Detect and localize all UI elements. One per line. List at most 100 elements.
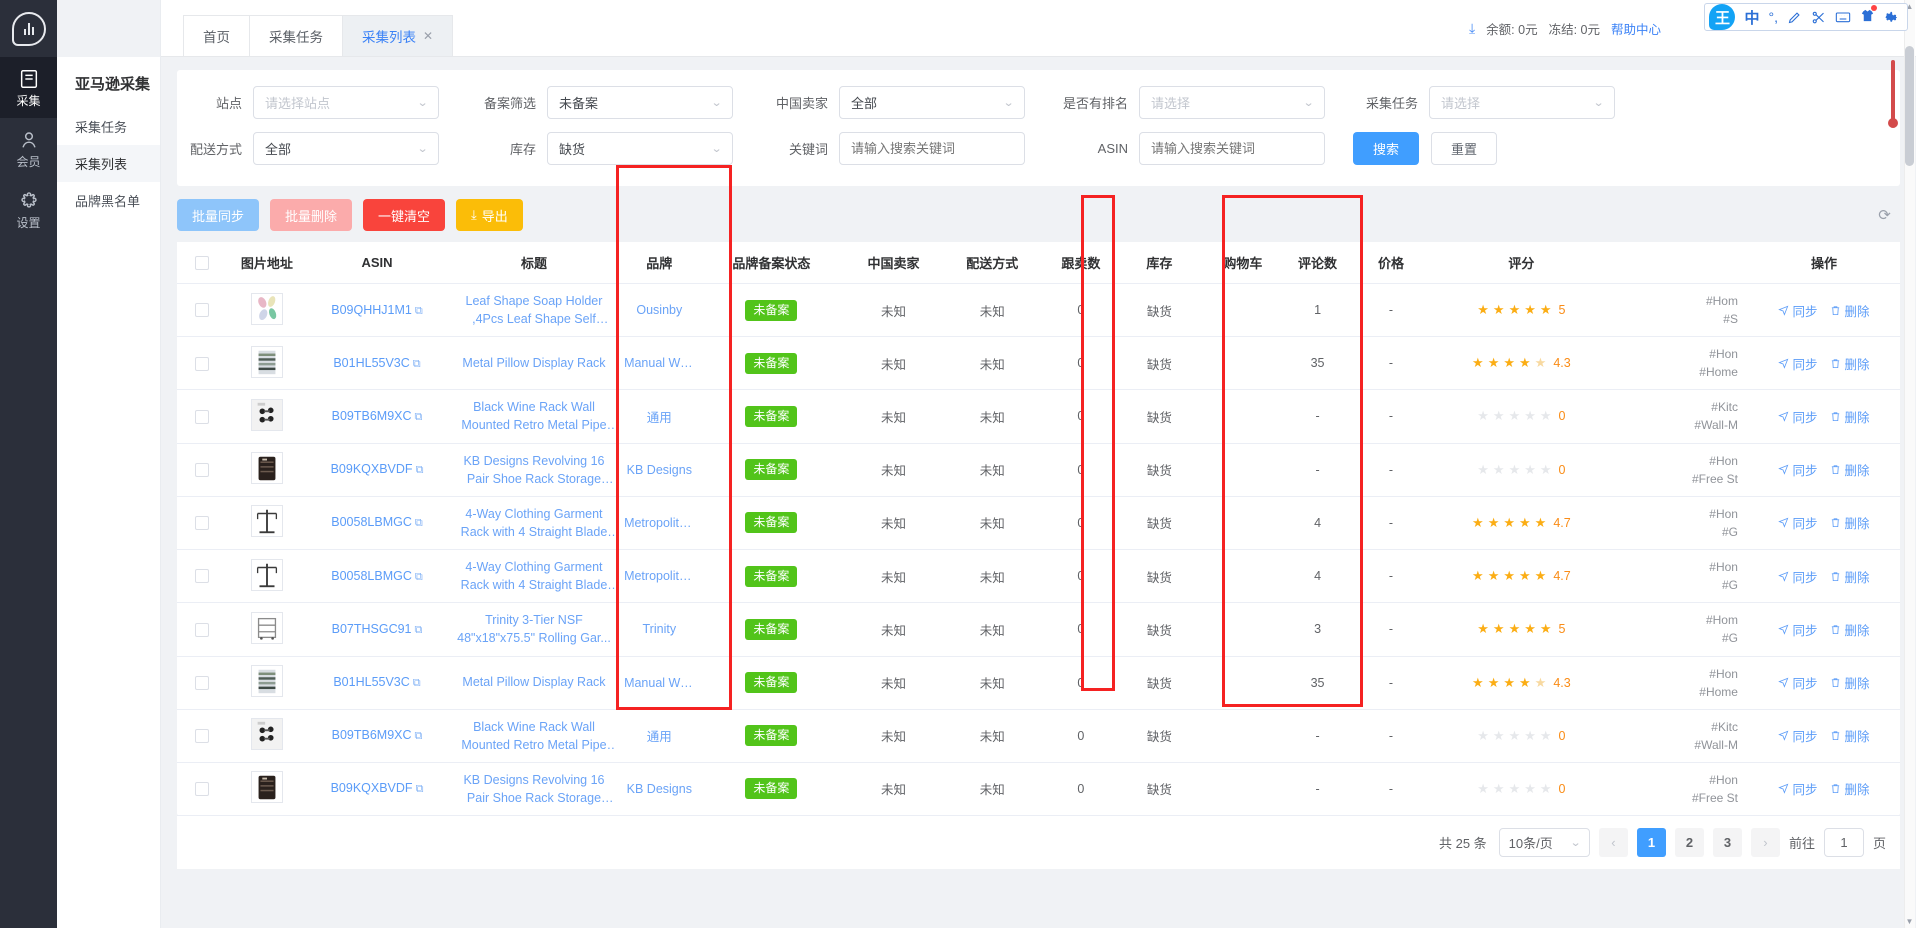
scroll-down-icon[interactable]: ▼	[1905, 917, 1914, 926]
row-checkbox[interactable]	[195, 782, 210, 797]
sync-action[interactable]: 同步	[1778, 567, 1817, 586]
asin-link[interactable]: B09TB6M9XC ⧉	[332, 409, 423, 423]
row-checkbox[interactable]	[195, 728, 210, 743]
tab-collect-task[interactable]: 采集任务	[249, 15, 343, 56]
delete-action[interactable]: 删除	[1830, 407, 1870, 426]
close-icon[interactable]: ✕	[423, 29, 433, 43]
row-checkbox[interactable]	[195, 569, 210, 584]
table-row[interactable]: B0058LBMGC ⧉ 4-Way Clothing Garment Rack w…	[177, 549, 1900, 604]
product-thumbnail[interactable]	[250, 665, 283, 697]
product-thumbnail[interactable]	[250, 718, 283, 751]
sidebar-item-collect-task[interactable]: 采集任务	[57, 108, 160, 145]
has-rank-select[interactable]: 请选择 ⌄	[1139, 86, 1325, 119]
product-thumbnail[interactable]	[250, 558, 283, 591]
row-checkbox[interactable]	[195, 622, 210, 637]
search-button[interactable]: 搜索	[1353, 132, 1420, 165]
product-title-link[interactable]: Black Wine Rack Wall Mounted Retro Metal…	[452, 398, 616, 434]
record-filter-select[interactable]: 未备案 ⌄	[547, 86, 733, 119]
product-title-link[interactable]: Leaf Shape Soap Holder ,4Pcs Leaf Shape …	[452, 292, 616, 328]
shirt-icon[interactable]	[1860, 5, 1877, 26]
select-all-checkbox[interactable]	[195, 256, 210, 271]
copy-icon[interactable]: ⧉	[415, 624, 423, 636]
copy-icon[interactable]: ⧉	[415, 517, 423, 529]
keyword-input[interactable]	[839, 132, 1025, 165]
table-row[interactable]: B09TB6M9XC ⧉ Black Wine Rack Wall Mounted …	[177, 389, 1900, 444]
page-size-select[interactable]: 10条/页 ⌄	[1498, 828, 1590, 857]
sync-action[interactable]: 同步	[1778, 407, 1817, 426]
sync-action[interactable]: 同步	[1778, 301, 1817, 320]
batch-delete-button[interactable]: 批量删除	[270, 199, 353, 231]
brand-link[interactable]: 通用	[624, 726, 694, 745]
sync-action[interactable]: 同步	[1778, 673, 1817, 692]
scrollbar-thumb[interactable]	[1905, 46, 1914, 166]
table-row[interactable]: B07THSGC91 ⧉ Trinity 3-Tier NSF 48"x18"x75…	[177, 602, 1900, 657]
tab-home[interactable]: 首页	[183, 15, 250, 56]
sync-action[interactable]: 同步	[1778, 779, 1817, 798]
rail-item-collect[interactable]: 采集	[0, 57, 57, 118]
prev-page-button[interactable]: ‹	[1598, 828, 1628, 857]
sync-action[interactable]: 同步	[1778, 513, 1817, 532]
stock-select[interactable]: 缺货 ⌄	[547, 132, 733, 165]
delete-action[interactable]: 删除	[1830, 567, 1870, 586]
brand-link[interactable]: KB Designs	[624, 782, 694, 796]
table-row[interactable]: B09KQXBVDF ⧉ KB Designs Revolving 16 Pair …	[177, 443, 1900, 497]
asin-link[interactable]: B01HL55V3C ⧉	[333, 675, 420, 689]
row-checkbox[interactable]	[195, 675, 210, 690]
cn-seller-select[interactable]: 全部 ⌄	[839, 86, 1025, 119]
product-title-link[interactable]: Trinity 3-Tier NSF 48"x18"x75.5" Rolling…	[452, 611, 616, 647]
row-checkbox[interactable]	[195, 356, 210, 371]
product-title-link[interactable]: 4-Way Clothing Garment Rack with 4 Strai…	[452, 505, 616, 541]
product-thumbnail[interactable]	[250, 611, 283, 644]
product-thumbnail[interactable]	[250, 398, 283, 431]
reset-button[interactable]: 重置	[1431, 132, 1498, 165]
brand-link[interactable]: Manual Wo...	[624, 676, 694, 690]
export-button[interactable]: ⤓ 导出	[456, 199, 523, 231]
product-title-link[interactable]: 4-Way Clothing Garment Rack with 4 Strai…	[452, 558, 616, 594]
product-thumbnail[interactable]	[250, 505, 283, 538]
copy-icon[interactable]: ⧉	[413, 677, 421, 689]
table-row[interactable]: B09QHHJ1M1 ⧉ Leaf Shape Soap Holder ,4Pcs …	[177, 283, 1900, 338]
asin-link[interactable]: B0058LBMGC ⧉	[331, 515, 422, 529]
asin-link[interactable]: B09TB6M9XC ⧉	[332, 728, 423, 742]
row-checkbox[interactable]	[195, 516, 210, 531]
delete-action[interactable]: 删除	[1830, 354, 1870, 373]
ime-punctuation-toggle[interactable]: °,	[1769, 9, 1779, 25]
sidebar-item-collect-list[interactable]: 采集列表	[57, 145, 160, 182]
help-center-link[interactable]: 帮助中心	[1611, 19, 1661, 38]
delete-action[interactable]: 删除	[1830, 779, 1870, 798]
table-row[interactable]: B09TB6M9XC ⧉ Black Wine Rack Wall Mounted …	[177, 709, 1900, 763]
delete-action[interactable]: 删除	[1830, 620, 1870, 639]
asin-link[interactable]: B09KQXBVDF ⧉	[331, 462, 424, 476]
ime-lang-toggle[interactable]: 中	[1744, 7, 1759, 28]
delete-action[interactable]: 删除	[1830, 460, 1870, 479]
copy-icon[interactable]: ⧉	[415, 411, 423, 423]
table-row[interactable]: B01HL55V3C ⧉ Metal Pillow Display Rack Manu…	[177, 336, 1900, 391]
asin-link[interactable]: B07THSGC91 ⧉	[332, 622, 423, 636]
copy-icon[interactable]: ⧉	[416, 464, 424, 476]
delete-action[interactable]: 删除	[1830, 301, 1870, 320]
copy-icon[interactable]: ⧉	[413, 358, 421, 370]
scissors-icon[interactable]	[1811, 10, 1826, 25]
product-title-link[interactable]: Metal Pillow Display Rack	[452, 354, 616, 372]
ship-method-select[interactable]: 全部 ⌄	[253, 132, 439, 165]
refresh-icon[interactable]: ⟳	[1871, 201, 1898, 228]
keyboard-icon[interactable]	[1835, 10, 1851, 24]
tab-collect-list[interactable]: 采集列表 ✕	[342, 15, 454, 56]
delete-action[interactable]: 删除	[1830, 726, 1870, 745]
gear-icon[interactable]	[1884, 10, 1899, 25]
rail-item-members[interactable]: 会员	[0, 118, 57, 179]
jump-page-input[interactable]: 1	[1823, 828, 1864, 857]
product-title-link[interactable]: Metal Pillow Display Rack	[452, 673, 616, 691]
table-row[interactable]: B09KQXBVDF ⧉ KB Designs Revolving 16 Pair …	[177, 762, 1900, 817]
sync-action[interactable]: 同步	[1778, 354, 1817, 373]
product-title-link[interactable]: KB Designs Revolving 16 Pair Shoe Rack S…	[452, 771, 616, 807]
sidebar-item-brand-blacklist[interactable]: 品牌黑名单	[57, 182, 160, 219]
product-title-link[interactable]: Black Wine Rack Wall Mounted Retro Metal…	[452, 718, 616, 754]
page-button-1[interactable]: 1	[1636, 828, 1666, 857]
brand-link[interactable]: Metropolita...	[624, 516, 694, 530]
copy-icon[interactable]: ⧉	[415, 305, 423, 317]
sync-action[interactable]: 同步	[1778, 460, 1817, 479]
batch-sync-button[interactable]: 批量同步	[177, 199, 260, 231]
asin-link[interactable]: B01HL55V3C ⧉	[333, 356, 420, 370]
asin-input[interactable]	[1139, 132, 1325, 165]
